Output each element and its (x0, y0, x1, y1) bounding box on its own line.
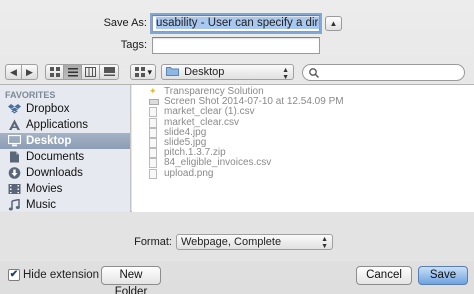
chevron-up-icon: ▲ (329, 19, 338, 28)
forward-button[interactable]: ▶ (21, 64, 38, 80)
sidebar-item-label: Movies (26, 183, 63, 195)
back-icon: ◀ (10, 67, 17, 77)
cancel-button[interactable]: Cancel (356, 266, 412, 285)
desktop-icon (8, 135, 21, 147)
format-popup[interactable]: Webpage, Complete ▲ ▼ (176, 234, 333, 250)
dropbox-icon (8, 104, 21, 114)
sidebar-item-label: Applications (26, 119, 89, 131)
app-icon: ✦ (149, 86, 157, 96)
document-icon (149, 158, 157, 169)
toolbar: ◀ ▶ ▾ Desktop ▲ ▼ (0, 62, 474, 82)
save-dialog: Save As: usability - User can specify a … (0, 0, 474, 294)
back-button[interactable]: ◀ (5, 64, 22, 80)
column-view-button[interactable] (81, 64, 100, 80)
tags-label: Tags: (120, 39, 147, 51)
document-icon (149, 137, 157, 148)
search-icon (309, 68, 319, 78)
sidebar-item-label: Desktop (26, 135, 72, 147)
sidebar-item-label: Music (26, 199, 57, 211)
sidebar-item-label: Downloads (26, 167, 83, 179)
hide-extension-label[interactable]: Hide extension (23, 269, 99, 281)
file-list: ✦ Transparency Solution Screen Shot 2014-… (132, 85, 474, 212)
sidebar-item-documents[interactable]: Documents (0, 149, 130, 165)
column-view-icon (85, 67, 96, 77)
downloads-icon (8, 167, 21, 179)
hide-extension-checkbox[interactable]: ✔ (8, 269, 20, 281)
cover-flow-button[interactable] (99, 64, 119, 80)
save-as-field[interactable]: usability - User can specify a directory (152, 15, 320, 32)
tags-field[interactable] (152, 37, 320, 54)
expand-dialog-button[interactable]: ▲ (325, 16, 342, 31)
folder-icon (166, 67, 179, 76)
document-icon (149, 127, 157, 138)
arrange-popup[interactable]: ▾ (130, 64, 156, 80)
documents-icon (10, 151, 19, 163)
chevron-down-icon: ▾ (147, 67, 152, 77)
list-view-icon (67, 68, 78, 77)
sidebar-item-label: Documents (26, 151, 85, 163)
arrange-icon (135, 67, 145, 77)
format-label: Format: (134, 236, 172, 248)
location-popup[interactable]: Desktop ▲ ▼ (161, 64, 294, 81)
movies-icon (8, 184, 21, 194)
new-folder-button[interactable]: New Folder (101, 266, 161, 294)
image-file-icon (149, 168, 157, 179)
popup-arrows-icon: ▲ ▼ (321, 236, 328, 250)
sidebar-item-desktop[interactable]: Desktop (0, 133, 130, 149)
archive-icon (149, 148, 157, 159)
save-as-value: usability - User can specify a directory (156, 17, 319, 29)
sidebar-item-music[interactable]: Music (0, 197, 130, 212)
applications-icon (9, 119, 20, 130)
document-icon (149, 107, 157, 118)
options-panel: Format: Webpage, Complete ▲ ▼ (0, 213, 474, 261)
icon-view-button[interactable] (45, 64, 64, 80)
file-name: upload.png (164, 167, 214, 179)
forward-icon: ▶ (26, 67, 33, 77)
save-as-label: Save As: (103, 17, 147, 29)
sidebar-item-dropbox[interactable]: Dropbox (0, 101, 130, 117)
sidebar-item-applications[interactable]: Applications (0, 117, 130, 133)
sidebar: FAVORITES Dropbox Applications Desktop D… (0, 85, 131, 212)
bottom-bar: ✔ Hide extension New Folder Cancel Save (0, 262, 474, 294)
sidebar-item-downloads[interactable]: Downloads (0, 165, 130, 181)
search-field[interactable] (302, 64, 465, 81)
sidebar-item-label: Dropbox (26, 103, 70, 115)
document-icon (149, 117, 157, 128)
popup-arrows-icon: ▲ ▼ (282, 67, 289, 81)
checkmark-icon: ✔ (9, 269, 19, 280)
icon-view-icon (49, 67, 60, 77)
format-value: Webpage, Complete (181, 236, 282, 248)
save-button[interactable]: Save (418, 266, 468, 285)
sidebar-heading: FAVORITES (5, 90, 56, 100)
file-browser: FAVORITES Dropbox Applications Desktop D… (0, 84, 474, 212)
location-label: Desktop (184, 66, 225, 78)
cover-flow-icon (103, 67, 115, 76)
list-view-button[interactable] (63, 64, 82, 80)
sidebar-item-movies[interactable]: Movies (0, 181, 130, 197)
screenshot-icon (149, 99, 159, 106)
music-icon (8, 199, 20, 211)
file-row[interactable]: upload.png (132, 167, 474, 179)
